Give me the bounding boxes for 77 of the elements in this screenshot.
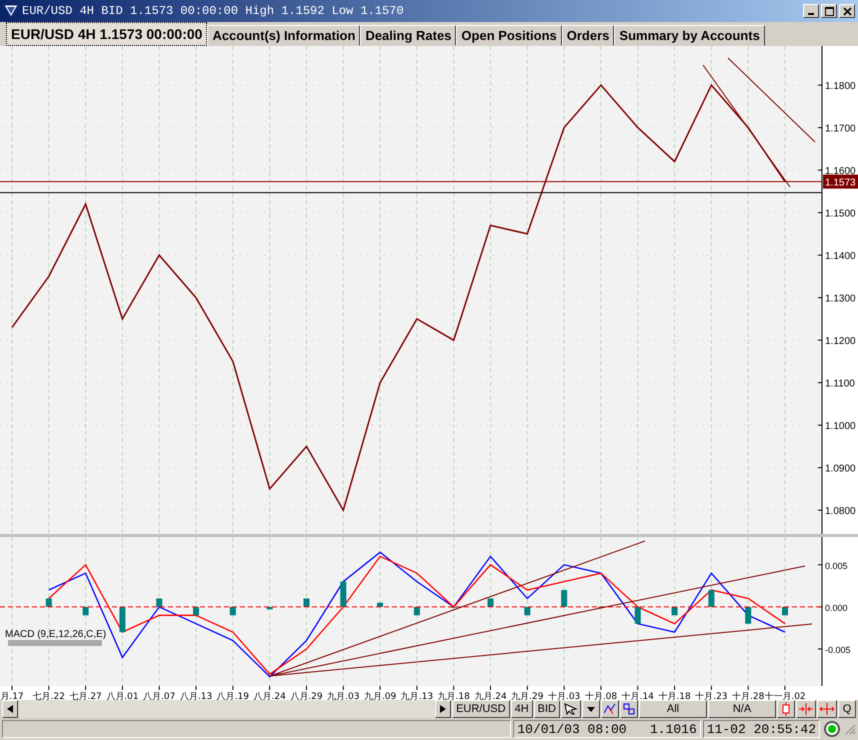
compress-icon[interactable] [796,700,816,718]
histogram-bar [745,606,752,624]
axis-tick-label: 1.1700 [825,124,856,135]
axis-tick-label: 0.000 [825,602,848,613]
indicator-label: MACD (9,E,12,26,C,E) [5,629,106,640]
tab[interactable]: Open Positions [456,25,562,46]
axis-tick-label: 1.0900 [825,464,856,475]
logo-icon [3,3,19,19]
connection-icon [822,719,842,739]
candle-icon[interactable] [777,700,795,718]
date-label: 九月.24 [474,692,507,700]
axis-tick-label: 0.005 [825,560,848,571]
axis-tick-label: 1.1400 [825,251,856,262]
boxes-icon[interactable] [620,700,638,718]
line-tool-icon[interactable] [601,700,619,718]
mode-button[interactable]: N/A [708,700,776,718]
minimize-button[interactable] [803,4,819,18]
status-clock: 11-02 20:55:42 [702,720,820,738]
date-label: 九月.03 [327,692,360,700]
side-button[interactable]: BID [534,700,560,718]
tab[interactable]: Orders [562,25,614,46]
date-label: 十一月.02 [764,692,806,700]
date-label: 八月.19 [216,692,250,700]
histogram-bar [377,602,384,607]
axis-tick-label: 1.1300 [825,294,856,305]
minimize-icon [808,12,814,14]
maximize-icon [824,6,834,16]
close-icon [842,6,852,16]
price-tag: 1.1573 [823,174,858,189]
axis-tick-label: 1.1500 [825,208,856,220]
status-time: 10/01/03 08:00 1.1016 [513,720,701,738]
date-label: 十月.28 [732,692,764,700]
date-label: 十月.14 [622,692,654,700]
axis-tick-label: 1.1100 [825,378,855,390]
left-arrow-icon [7,705,13,713]
date-label: 月.17 [0,692,24,700]
axis-tick-label: 1.1200 [825,336,856,348]
date-label: 七月.27 [69,692,102,700]
date-label: 八月.24 [254,692,286,700]
cursor-icon[interactable] [561,700,581,718]
date-label: 九月.09 [364,692,396,700]
date-label: 八月.29 [290,692,323,700]
window-title: EUR/USD 4H BID 1.1573 00:00:00 High 1.1592 Low 1.1570 [22,4,405,18]
date-label: 九月.13 [400,692,434,700]
resize-grip-icon[interactable] [844,723,856,735]
axis-tick-label: -0.005 [825,644,851,655]
tab[interactable]: Dealing Rates [360,25,456,46]
axis-tick-label: 1.0800 [825,506,856,518]
tab[interactable]: Summary by Accounts [614,25,765,46]
scroll-right-button[interactable] [435,700,452,718]
axis-tick-label: 1.1800 [825,81,856,92]
close-button[interactable] [839,4,855,18]
date-label: 九月.29 [511,692,544,700]
maximize-button[interactable] [821,4,837,18]
date-label: 八月.13 [180,692,212,700]
scroll-left-button[interactable] [2,700,18,718]
expand-icon[interactable] [817,700,837,718]
histogram-bar [561,590,568,607]
date-label: 八月.01 [106,692,139,700]
caret-icon[interactable] [582,700,600,718]
date-label: 十月.08 [584,692,618,700]
date-label: 十月.18 [658,692,691,700]
tab[interactable]: Account(s) Information [207,25,360,46]
symbol-button[interactable]: EUR/USD [452,700,510,718]
period-button[interactable]: 4H [510,700,533,718]
date-label: 十月.03 [548,692,580,700]
axis-tick-label: 1.1600 [825,166,856,178]
quote-button[interactable]: Q [838,700,856,718]
tab[interactable]: EUR/USD 4H 1.1573 00:00:00 [6,22,208,46]
date-label: 八月.07 [143,692,176,700]
date-label: 九月.18 [438,692,470,700]
date-label: 七月.22 [32,692,65,700]
filter-button[interactable]: All [639,700,707,718]
date-label: 十月.23 [695,692,728,700]
axis-tick-label: 1.1000 [825,421,856,432]
histogram-bar [266,606,273,610]
right-arrow-icon [440,705,446,713]
